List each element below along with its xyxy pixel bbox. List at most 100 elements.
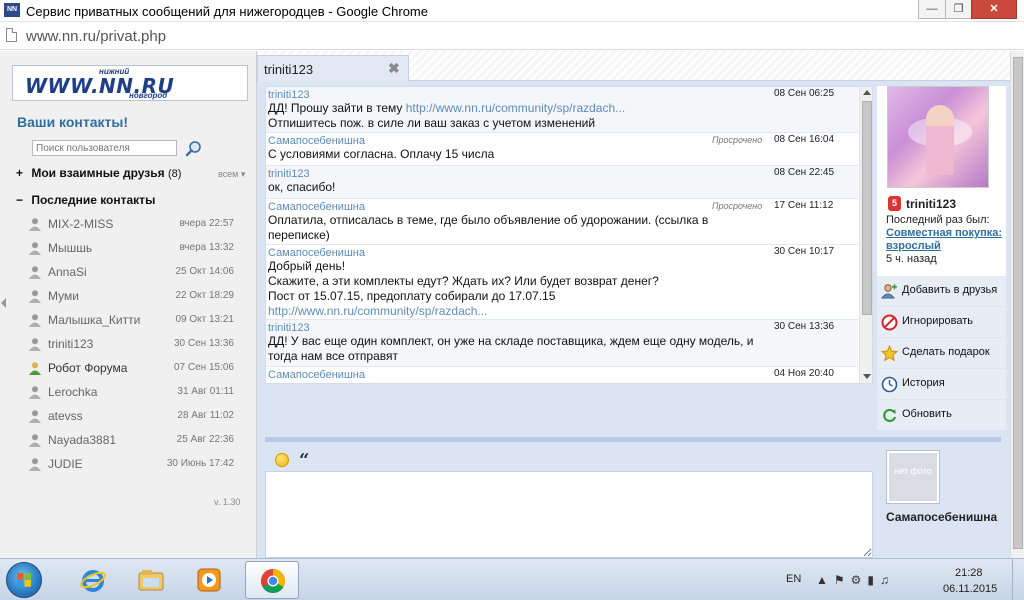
contact-name: MIX-2-MISS: [48, 217, 114, 231]
clock-time[interactable]: 21:28: [955, 567, 983, 579]
contact-item[interactable]: Nayada3881 25 Авг 22:36: [28, 430, 240, 450]
message-link[interactable]: http://www.nn.ru/community/sp/razdach...: [268, 304, 768, 319]
message-scrollbar[interactable]: [859, 87, 872, 383]
message-author[interactable]: triniti123: [268, 322, 310, 334]
recent-contacts-section[interactable]: − Последние контакты: [16, 193, 155, 207]
contact-last-message-time: 30 Сен 13:36: [173, 338, 234, 349]
conversation-area: triniti123 ✖ triniti123 08 Сен 06:25 ДД! П…: [257, 51, 1024, 558]
nn-logo[interactable]: нижний WWW.NN.RU новгород: [12, 65, 248, 101]
message-text: ДД! У вас еще один комплект, он уже на с…: [268, 334, 768, 364]
show-all-link[interactable]: всем ▾: [218, 169, 245, 180]
scroll-thumb[interactable]: [862, 101, 872, 315]
window-title: Сервис приватных сообщений для нижегород…: [26, 4, 428, 19]
friends-section[interactable]: + Мои взаимные друзья (8): [16, 166, 181, 180]
chrome-button[interactable]: [245, 561, 299, 599]
show-desktop-button[interactable]: [1012, 559, 1024, 600]
contact-item[interactable]: atevss 28 Авг 11:02: [28, 406, 240, 426]
message-link[interactable]: http://www.nn.ru/community/sp/razdach...: [406, 101, 625, 115]
contact-name: Lerochka: [48, 385, 98, 399]
scroll-up-icon[interactable]: [863, 90, 871, 95]
smile-icon[interactable]: [275, 453, 289, 467]
contact-item[interactable]: Робот Форума 07 Сен 15:06: [28, 358, 240, 378]
ignore-button[interactable]: Игнорировать: [877, 307, 1006, 337]
message-input[interactable]: [265, 471, 873, 558]
message-author[interactable]: Самапосебенишна: [268, 135, 365, 147]
message-author[interactable]: triniti123: [268, 168, 310, 180]
contact-name: triniti123: [48, 337, 94, 351]
file-explorer-icon: [138, 570, 164, 591]
contact-last-message-time: 07 Сен 15:06: [173, 362, 234, 373]
avatar[interactable]: [887, 86, 989, 188]
close-tab-icon[interactable]: ✖: [388, 60, 400, 77]
recipient-avatar[interactable]: нет фото: [886, 450, 940, 504]
message-item: Самапосебенишна Просрочено 17 Сен 11:12 Опл…: [266, 199, 858, 245]
contact-item[interactable]: MIX-2-MISS вчера 22:57: [28, 214, 240, 234]
profile-panel: 5 triniti123 Последний раз был: Совместн…: [877, 86, 1006, 276]
language-indicator[interactable]: EN: [786, 573, 801, 585]
contact-item[interactable]: Малышка_Китти 09 Окт 13:21: [28, 310, 240, 330]
contact-name: AnnaSi: [48, 265, 87, 279]
last-seen-link[interactable]: Совместная покупка: взрослый: [886, 227, 1004, 253]
address-bar[interactable]: www.nn.ru/privat.php: [0, 22, 1024, 50]
user-icon: [29, 434, 41, 447]
collapse-sidebar-icon[interactable]: [1, 298, 6, 308]
message-author[interactable]: triniti123: [268, 89, 310, 101]
scroll-down-icon[interactable]: [863, 374, 871, 379]
message-status: Просрочено: [712, 135, 763, 145]
contact-item[interactable]: Мышшь вчера 13:32: [28, 238, 240, 258]
user-icon: [29, 338, 41, 351]
contact-item[interactable]: Lerochka 31 Авг 01:11: [28, 382, 240, 402]
profile-name[interactable]: triniti123: [906, 197, 956, 211]
media-player-button[interactable]: [182, 561, 236, 599]
contact-last-message-time: 30 Июнь 17:42: [166, 458, 234, 469]
history-label: История: [902, 377, 945, 389]
contact-last-message-time: вчера 22:57: [179, 218, 234, 229]
maximize-icon[interactable]: ❐: [945, 0, 972, 19]
contacts-heading: Ваши контакты!: [17, 114, 129, 130]
collapse-icon[interactable]: −: [16, 193, 28, 207]
clock-date[interactable]: 06.11.2015: [943, 583, 997, 595]
url-text[interactable]: www.nn.ru/privat.php: [26, 28, 166, 45]
message-date: 08 Сен 06:25: [774, 88, 835, 99]
search-icon[interactable]: [185, 140, 203, 158]
message-line: ДД! У вас еще один комплект, он уже на с…: [268, 334, 754, 363]
message-item: triniti123 08 Сен 22:45 ок, спасибо!: [266, 166, 858, 199]
user-search-input[interactable]: [32, 140, 177, 156]
contact-name: Малышка_Китти: [48, 313, 141, 327]
close-icon[interactable]: ✕: [971, 0, 1017, 19]
resize-divider[interactable]: [265, 437, 1001, 442]
quote-icon[interactable]: “: [299, 450, 309, 471]
contact-item[interactable]: Муми 22 Окт 18:29: [28, 286, 240, 306]
add-friend-button[interactable]: Добавить в друзья: [877, 276, 1006, 306]
nn-app-icon: NN: [4, 3, 20, 17]
page-scrollbar[interactable]: [1010, 51, 1024, 558]
message-author[interactable]: Самапосебенишна: [268, 247, 365, 259]
logo-bottom-text: новгород: [129, 91, 168, 100]
page-scroll-thumb[interactable]: [1013, 57, 1023, 549]
refresh-button[interactable]: Обновить: [877, 400, 1006, 430]
file-explorer-button[interactable]: [124, 561, 178, 599]
contact-name: Робот Форума: [48, 361, 128, 375]
contact-item[interactable]: JUDIE 30 Июнь 17:42: [28, 454, 240, 474]
history-button[interactable]: История: [877, 369, 1006, 399]
contact-item[interactable]: triniti123 30 Сен 13:36: [28, 334, 240, 354]
internet-explorer-button[interactable]: [66, 561, 120, 599]
start-button-icon[interactable]: [6, 562, 42, 598]
user-icon: [29, 242, 41, 255]
message-text: ДД! Прошу зайти в тему http://www.nn.ru/…: [268, 101, 768, 131]
media-player-icon: [197, 568, 221, 592]
contact-last-message-time: вчера 13:32: [179, 242, 234, 253]
contact-item[interactable]: AnnaSi 25 Окт 14:06: [28, 262, 240, 282]
message-date: 17 Сен 11:12: [774, 200, 834, 211]
message-line: Добрый день!: [268, 259, 346, 273]
minimize-icon[interactable]: —: [918, 0, 946, 19]
expand-icon[interactable]: +: [16, 166, 28, 180]
system-tray-icons[interactable]: ▲⚑⚙▮♫: [816, 573, 895, 587]
contact-last-message-time: 09 Окт 13:21: [175, 314, 234, 325]
tab-conversation[interactable]: triniti123 ✖: [257, 55, 409, 82]
recipient-name[interactable]: Самапосебенишна: [886, 510, 997, 524]
message-author[interactable]: Самапосебенишна: [268, 369, 365, 381]
gift-button[interactable]: Сделать подарок: [877, 338, 1006, 368]
contact-last-message-time: 22 Окт 18:29: [175, 290, 234, 301]
message-author[interactable]: Самапосебенишна: [268, 201, 365, 213]
